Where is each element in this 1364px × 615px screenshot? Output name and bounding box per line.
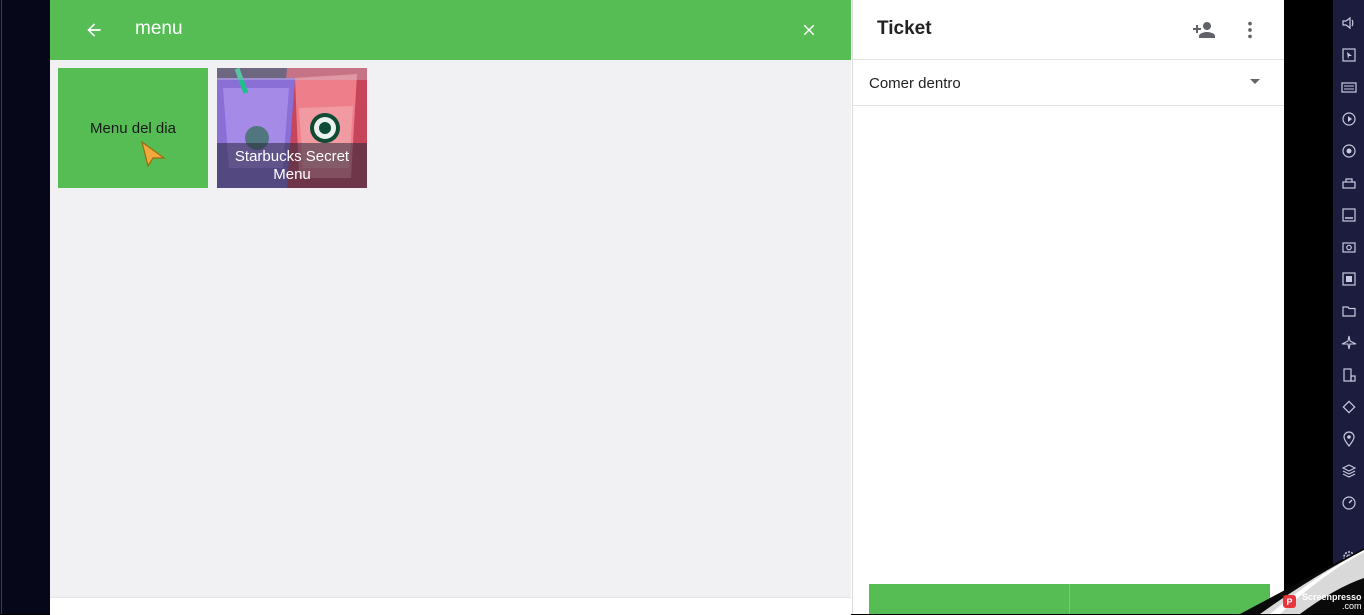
button-divider [1069,584,1070,614]
caret-down-icon [1250,79,1260,84]
ticket-title: Ticket [877,18,932,39]
left-screen-border [0,0,50,614]
play-icon[interactable] [1340,110,1358,128]
keyboard-icon[interactable] [1340,78,1358,96]
search-bar: menu [50,0,851,60]
volume-icon[interactable] [1340,14,1358,32]
record-icon[interactable] [1340,142,1358,160]
screen-record-icon[interactable] [1340,270,1358,288]
layers-icon[interactable] [1340,462,1358,480]
arrow-back-icon [87,23,101,37]
bottom-strip [50,597,851,615]
watermark-suffix: .com [1342,601,1362,611]
multi-instance-icon[interactable] [1340,174,1358,192]
pointer-icon[interactable] [1340,46,1358,64]
location-icon[interactable] [1340,430,1358,448]
back-button[interactable] [80,16,108,44]
category-label: Starbucks Secret Menu [217,143,367,188]
close-icon [803,24,815,36]
person-add-icon [1193,22,1215,38]
category-tile-starbucks-secret-menu[interactable]: Starbucks Secret Menu [217,68,367,188]
charge-button[interactable] [869,584,1270,614]
ticket-pane: Ticket Comer dentro [852,0,1284,614]
dining-option-select[interactable]: Comer dentro [853,60,1284,106]
folder-icon[interactable] [1340,302,1358,320]
emulator-toolbar [1333,0,1364,614]
more-options-button[interactable] [1237,16,1263,44]
apk-icon[interactable] [1340,206,1358,224]
rotate-device-icon[interactable] [1340,366,1358,384]
add-customer-button[interactable] [1189,16,1219,44]
more-vert-icon [1248,21,1252,39]
performance-icon[interactable] [1340,494,1358,512]
screenshot-icon[interactable] [1340,238,1358,256]
search-input[interactable]: menu [135,18,183,40]
category-label: Menu del dia [90,119,176,137]
pos-app: menu Menu del dia Starbucks Secret Menu … [50,0,1284,615]
items-pane: menu Menu del dia Starbucks Secret Menu [50,0,851,615]
category-tile-menu-del-dia[interactable]: Menu del dia [58,68,208,188]
screenpresso-logo: P [1283,595,1296,608]
ticket-header: Ticket [853,0,1284,60]
mouse-cursor-icon [141,140,166,168]
airplane-icon[interactable] [1340,334,1358,352]
shake-icon[interactable] [1340,398,1358,416]
dining-option-value: Comer dentro [869,75,961,92]
clear-search-button[interactable] [795,16,823,44]
